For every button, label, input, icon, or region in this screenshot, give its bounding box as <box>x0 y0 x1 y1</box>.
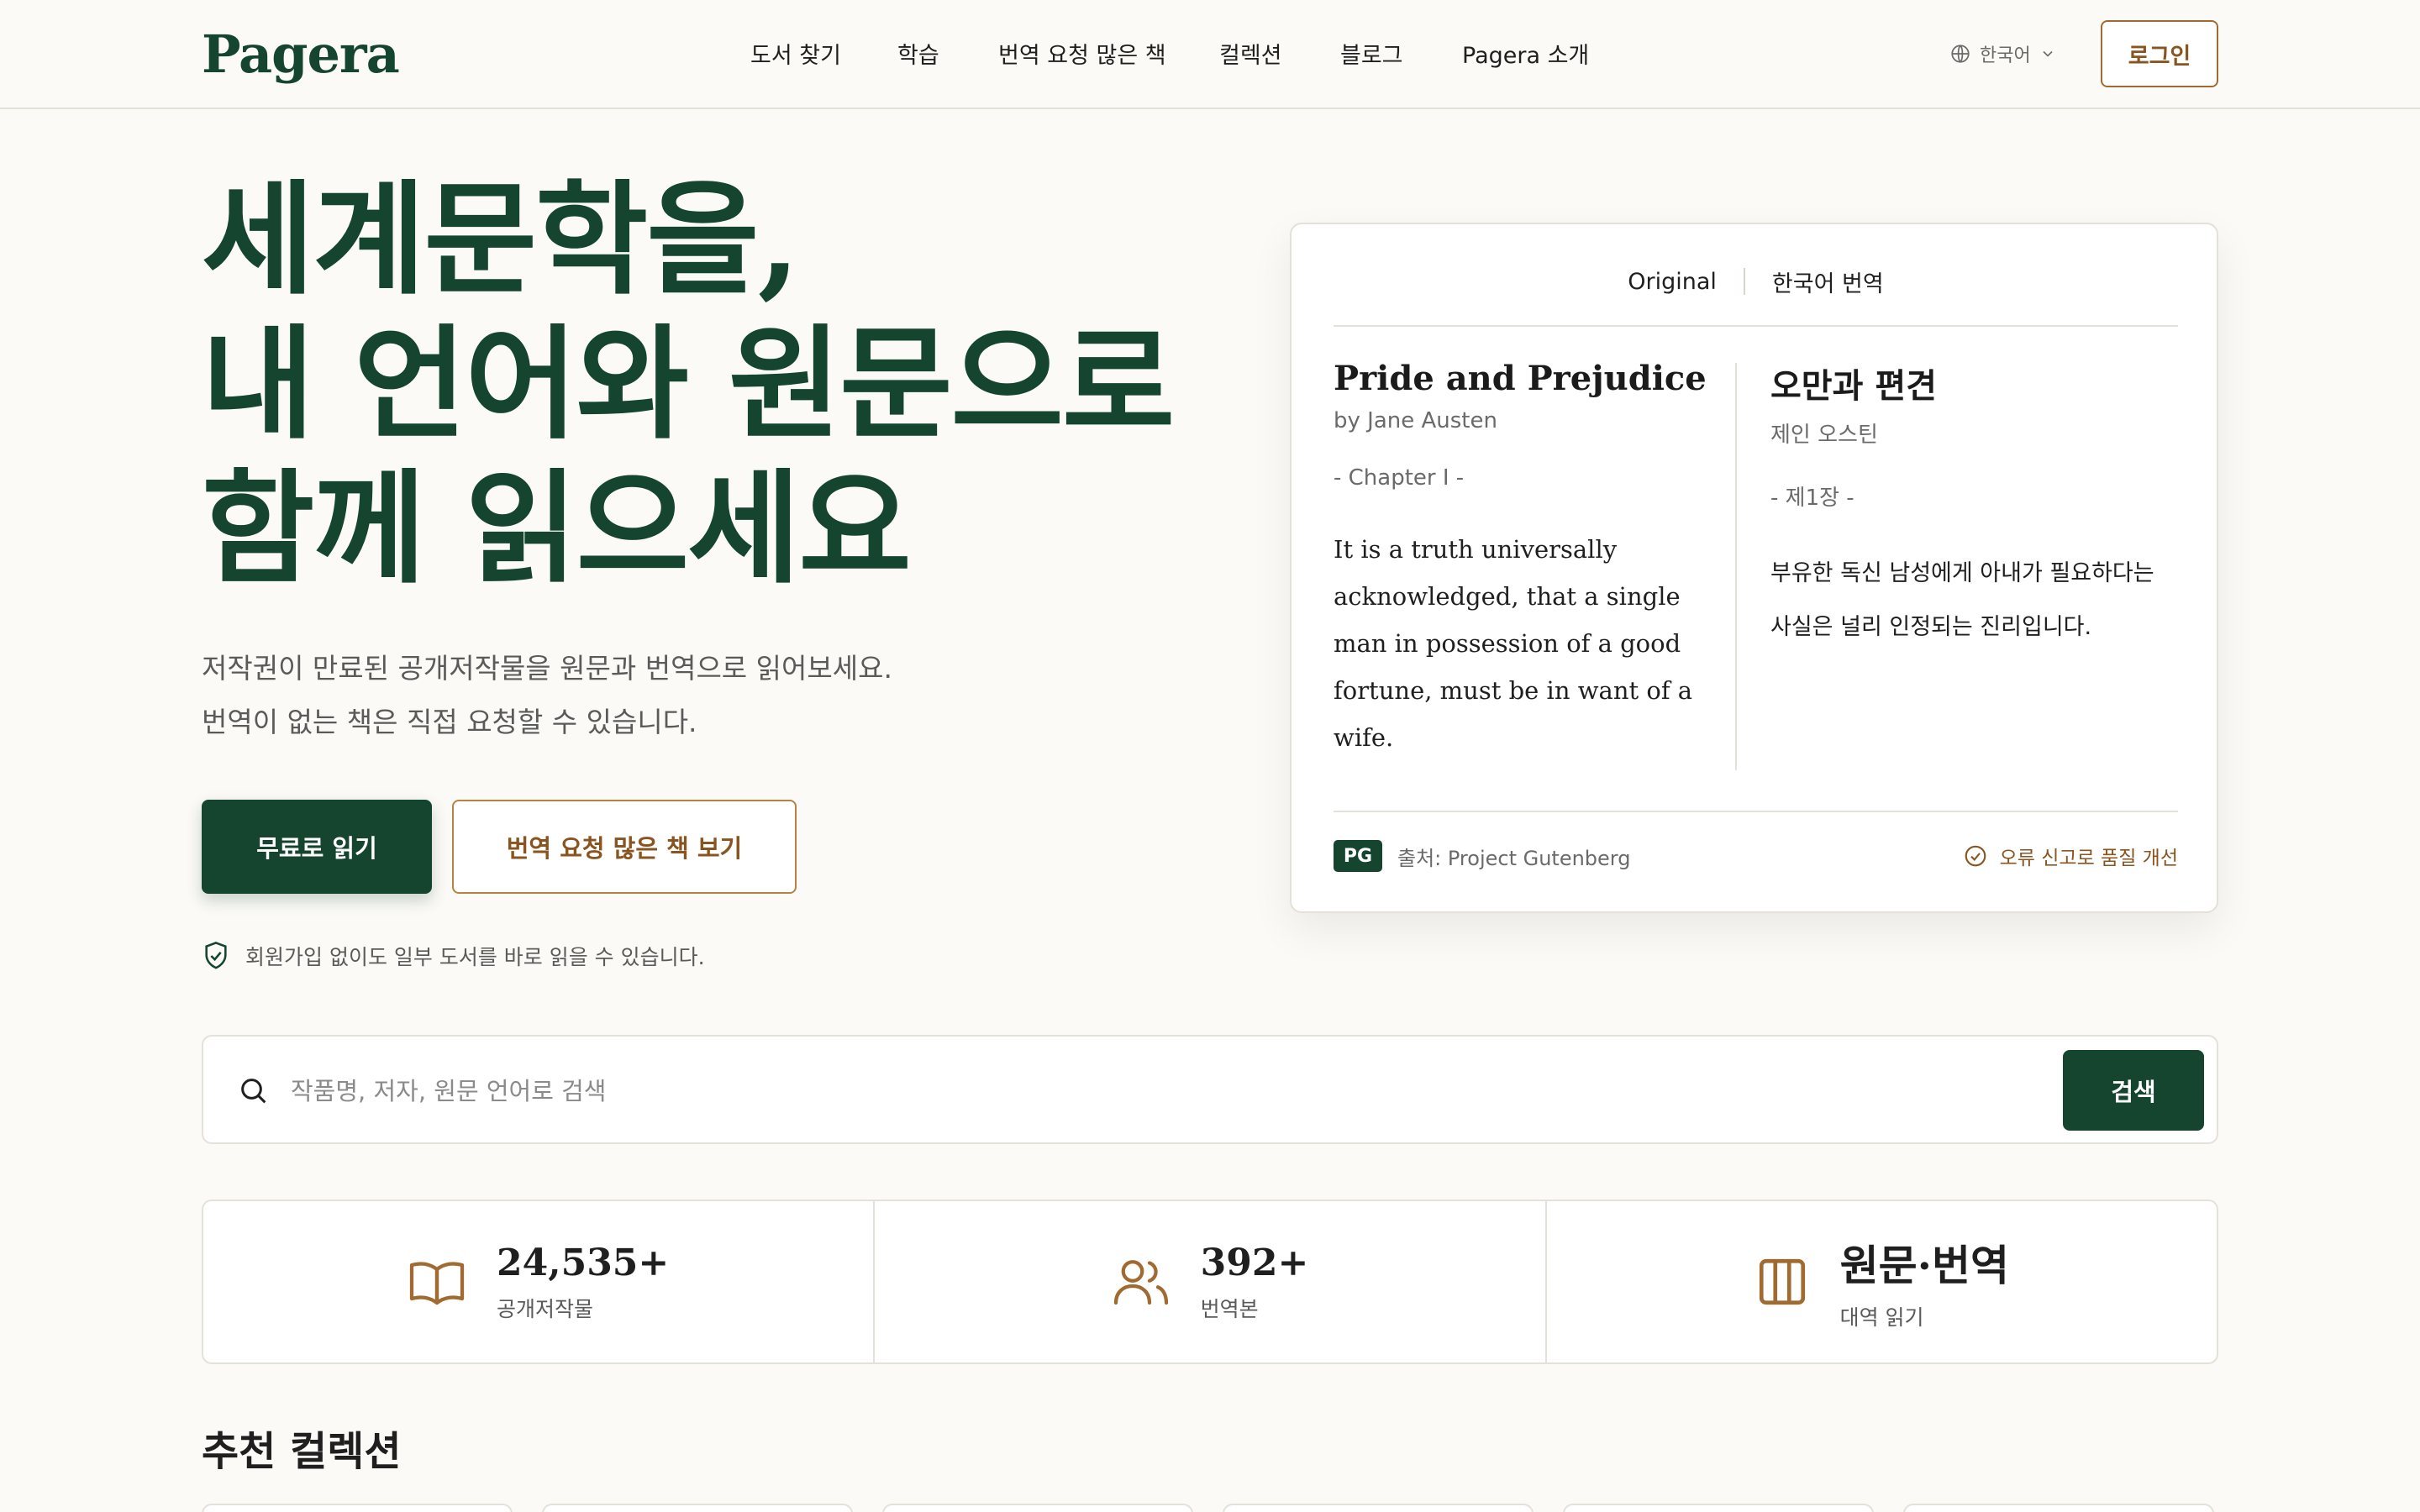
recommended-collections-title: 추천 컬렉션 <box>202 1428 402 1475</box>
stat-value: 원문·번역 <box>1839 1241 2010 1290</box>
nav-most-requested[interactable]: 번역 요청 많은 책 <box>998 37 1166 70</box>
search-input[interactable] <box>291 1062 1971 1121</box>
original-book-author: by Jane Austen <box>1334 408 1497 433</box>
bilingual-preview-card: Original 한국어 번역 Pride and Prejudice by J… <box>1290 223 2218 913</box>
collection-card[interactable] <box>1563 1504 1874 1512</box>
signup-note: 회원가입 없이도 일부 도서를 바로 읽을 수 있습니다. <box>202 937 705 974</box>
check-circle-icon <box>1965 845 1986 867</box>
divider <box>1334 811 2178 812</box>
hero-title-line: 세계문학을, <box>202 168 800 312</box>
stats-panel: 24,535+ 공개저작물 392+ 번역본 원문·번역 대역 읽기 <box>202 1200 2218 1364</box>
stat-value: 392+ <box>1200 1241 1309 1284</box>
gutenberg-badge: PG <box>1334 840 1382 872</box>
search-bar: 검색 <box>202 1035 2218 1144</box>
nav-find-books[interactable]: 도서 찾기 <box>750 37 841 70</box>
preview-tabs: Original 한국어 번역 <box>1334 265 2178 298</box>
translation-passage: 부유한 독신 남성에게 아내가 필요하다는 사실은 널리 인정되는 진리입니다. <box>1770 560 2154 640</box>
hero-title-line: 함께 읽으세요 <box>202 457 912 601</box>
hero-subtitle-line: 저작권이 만료된 공개저작물을 원문과 번역으로 읽어보세요. <box>202 652 892 685</box>
search-icon <box>241 1079 266 1104</box>
users-icon <box>1113 1260 1168 1305</box>
original-book-title: Pride and Prejudice <box>1334 359 1707 398</box>
translation-book-title: 오만과 편견 <box>1770 367 1937 406</box>
stat-label: 대역 읽기 <box>1839 1305 1924 1330</box>
original-chapter: - Chapter I - <box>1334 465 1465 491</box>
collection-card[interactable] <box>542 1504 853 1512</box>
hero-title: 세계문학을, 내 언어와 원문으로 함께 읽으세요 <box>202 168 1311 601</box>
divider <box>1334 325 2178 327</box>
hero-subtitle: 저작권이 만료된 공개저작물을 원문과 번역으로 읽어보세요. 번역이 없는 책… <box>202 642 1294 749</box>
nav-collections[interactable]: 컬렉션 <box>1219 37 1282 70</box>
preview-footer: PG 출처: Project Gutenberg 오류 신고로 품질 개선 <box>1334 837 2178 874</box>
language-label: 한국어 <box>1980 45 2031 66</box>
language-selector[interactable]: 한국어 <box>1949 40 2056 67</box>
nav-learn[interactable]: 학습 <box>897 37 939 70</box>
chevron-down-icon <box>2043 50 2053 57</box>
stat-value: 24,535+ <box>497 1241 670 1284</box>
collection-card[interactable] <box>1223 1504 1534 1512</box>
source-info: PG 출처: Project Gutenberg <box>1334 840 1631 872</box>
original-column: Pride and Prejudice by Jane Austen - Cha… <box>1334 359 1712 761</box>
source-text: 출처: Project Gutenberg <box>1397 846 1631 870</box>
book-open-icon <box>409 1262 465 1305</box>
site-header: Pagera 도서 찾기 학습 번역 요청 많은 책 컬렉션 블로그 Pager… <box>0 0 2420 109</box>
columns-icon <box>1759 1258 1805 1305</box>
translation-book-author: 제인 오스틴 <box>1770 423 1878 448</box>
collection-card[interactable] <box>882 1504 1193 1512</box>
translation-chapter: - 제1장 - <box>1770 486 1854 511</box>
collection-card[interactable] <box>202 1504 513 1512</box>
stat-label: 번역본 <box>1200 1296 1259 1321</box>
globe-icon <box>1951 45 1970 63</box>
stat-parallel-reading: 원문·번역 대역 읽기 <box>1547 1201 2217 1362</box>
login-button[interactable]: 로그인 <box>2101 20 2218 87</box>
stat-label: 공개저작물 <box>497 1296 594 1321</box>
most-requested-button[interactable]: 번역 요청 많은 책 보기 <box>452 800 797 894</box>
report-error-label: 오류 신고로 품질 개선 <box>1999 848 2178 869</box>
main-nav: 도서 찾기 학습 번역 요청 많은 책 컬렉션 블로그 Pagera 소개 <box>0 37 2420 71</box>
read-free-button[interactable]: 무료로 읽기 <box>202 800 432 894</box>
stat-public-domain: 24,535+ 공개저작물 <box>203 1201 876 1362</box>
hero-subtitle-line: 번역이 없는 책은 직접 요청할 수 있습니다. <box>202 706 697 738</box>
tab-separator <box>1743 268 1745 295</box>
tab-original[interactable]: Original <box>1628 269 1717 295</box>
shield-check-icon <box>205 942 227 969</box>
original-passage: It is a truth universally acknowledged, … <box>1334 535 1693 752</box>
stat-translations: 392+ 번역본 <box>875 1201 1547 1362</box>
collection-card[interactable] <box>1903 1504 2214 1512</box>
signup-note-text: 회원가입 없이도 일부 도서를 바로 읽을 수 있습니다. <box>245 945 705 969</box>
translation-column: 오만과 편견 제인 오스틴 - 제1장 - 부유한 독신 남성에게 아내가 필요… <box>1770 359 2182 654</box>
column-divider <box>1735 363 1737 770</box>
nav-blog[interactable]: 블로그 <box>1340 37 1403 70</box>
search-button[interactable]: 검색 <box>2063 1050 2204 1131</box>
hero-title-line: 내 언어와 원문으로 <box>202 312 1175 456</box>
nav-about[interactable]: Pagera 소개 <box>1462 37 1589 70</box>
tab-translation[interactable]: 한국어 번역 <box>1772 265 1884 298</box>
report-error-link[interactable]: 오류 신고로 품질 개선 <box>1963 842 2178 870</box>
